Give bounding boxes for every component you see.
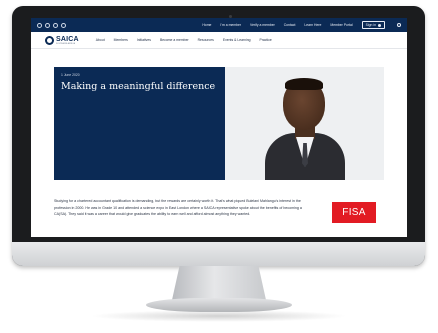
- top-links: Home I'm a member Verify a member Contac…: [202, 21, 401, 29]
- nav-item-practice[interactable]: Practice: [260, 38, 272, 42]
- top-link-member[interactable]: I'm a member: [220, 23, 241, 27]
- facebook-icon[interactable]: [37, 22, 42, 28]
- monitor-chin: [12, 242, 425, 266]
- instagram-icon[interactable]: [61, 22, 66, 28]
- user-icon: [378, 23, 381, 27]
- top-link-portal[interactable]: Member Portal: [330, 23, 352, 27]
- main-nav: SAICA SOUTHERN AFRICA About Members Init…: [31, 32, 407, 49]
- linkedin-icon[interactable]: [53, 22, 58, 28]
- brand-name: SAICA: [56, 35, 79, 43]
- hero-photo: [225, 67, 384, 180]
- twitter-icon[interactable]: [45, 22, 50, 28]
- nav-item-become-member[interactable]: Become a member: [160, 38, 189, 42]
- saica-logo-text: SAICA SOUTHERN AFRICA: [56, 36, 79, 45]
- nav-item-initiatives[interactable]: Initiatives: [137, 38, 151, 42]
- monitor-stand-base: [146, 298, 292, 312]
- saica-logo[interactable]: SAICA SOUTHERN AFRICA: [45, 35, 79, 45]
- hero-banner: 1 June 2020 Making a meaningful differen…: [54, 67, 384, 180]
- saica-logo-mark: [45, 35, 54, 45]
- top-link-contact[interactable]: Contact: [284, 23, 296, 27]
- fisa-badge[interactable]: FISA: [332, 202, 376, 223]
- signin-label: Sign in: [365, 23, 376, 27]
- brand-tagline: SOUTHERN AFRICA: [56, 42, 76, 45]
- hero-date: 1 June 2020: [61, 73, 80, 77]
- signin-button[interactable]: Sign in: [361, 21, 385, 29]
- top-bar: Home I'm a member Verify a member Contac…: [31, 18, 407, 32]
- browser-screen: Home I'm a member Verify a member Contac…: [31, 18, 407, 237]
- hero-title: Making a meaningful difference: [61, 81, 216, 92]
- article-body: Studying for a chartered accountant qual…: [54, 199, 302, 216]
- search-icon[interactable]: [397, 23, 401, 27]
- nav-menu: About Members Initiatives Become a membe…: [96, 38, 272, 42]
- top-link-learn[interactable]: Learn Here: [304, 23, 321, 27]
- top-link-home[interactable]: Home: [202, 23, 211, 27]
- monitor-stand-neck: [172, 266, 266, 300]
- nav-item-resources[interactable]: Resources: [198, 38, 214, 42]
- photo-hair: [285, 78, 323, 90]
- nav-item-about[interactable]: About: [96, 38, 105, 42]
- nav-item-members[interactable]: Members: [114, 38, 128, 42]
- top-link-verify[interactable]: Verify a member: [250, 23, 275, 27]
- hero-text-panel: 1 June 2020 Making a meaningful differen…: [54, 67, 225, 180]
- nav-item-events[interactable]: Events & Learning: [223, 38, 251, 42]
